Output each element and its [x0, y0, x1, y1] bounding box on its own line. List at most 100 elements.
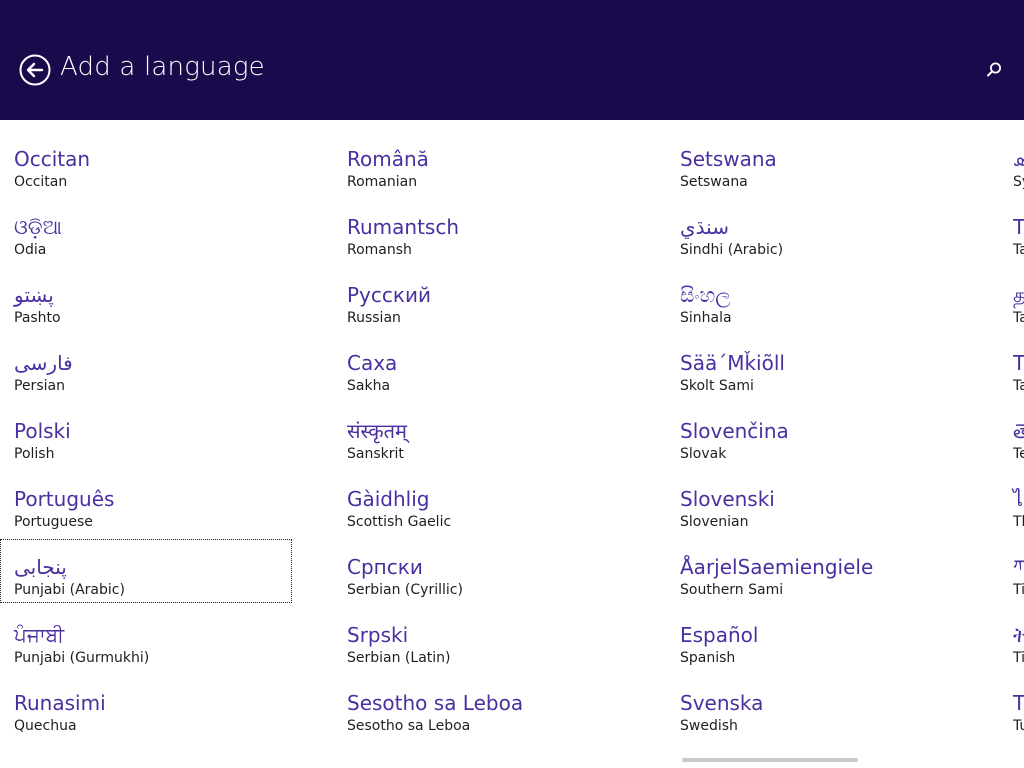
language-english-name: Quechua	[14, 718, 77, 734]
page-title: Add a language	[60, 52, 265, 82]
language-tile[interactable]: Русский Russian	[347, 280, 623, 342]
language-tile[interactable]: Sää´Mǩiõll Skolt Sami	[680, 348, 956, 410]
language-tile[interactable]: پښتو Pashto	[14, 280, 290, 342]
language-tile[interactable]: ܣ Sy	[1013, 144, 1024, 206]
language-native-name: فارسی	[14, 351, 73, 375]
language-native-name: Tü	[1013, 691, 1024, 715]
language-english-name: Southern Sami	[680, 582, 784, 598]
language-english-name: Ta	[1013, 310, 1024, 326]
language-english-name: Punjabi (Arabic)	[14, 582, 125, 598]
language-native-name: Slovenčina	[680, 419, 789, 443]
language-tile[interactable]: پنجابی Punjabi (Arabic)	[0, 539, 292, 603]
language-native-name: Sesotho sa Leboa	[347, 691, 524, 715]
language-english-name: Sakha	[347, 378, 391, 394]
language-english-name: Serbian (Latin)	[347, 650, 451, 666]
language-english-name: Sinhala	[680, 310, 732, 326]
language-tile[interactable]: ไ Th	[1013, 484, 1024, 546]
search-icon[interactable]	[985, 61, 1003, 79]
language-native-name: Та	[1013, 351, 1024, 375]
language-english-name: Portuguese	[14, 514, 93, 530]
language-tile[interactable]: Rumantsch Romansh	[347, 212, 623, 274]
language-tile[interactable]: سنڌي Sindhi (Arabic)	[680, 212, 956, 274]
language-native-name: ܣ	[1013, 147, 1024, 171]
language-tile[interactable]: Sesotho sa Leboa Sesotho sa Leboa	[347, 688, 623, 750]
language-tile[interactable]: Română Romanian	[347, 144, 623, 206]
language-english-name: Ti	[1013, 582, 1024, 598]
language-tile[interactable]: ਪੰਜਾਬੀ Punjabi (Gurmukhi)	[14, 620, 290, 682]
language-native-name: Setswana	[680, 147, 777, 171]
horizontal-scrollbar[interactable]	[682, 758, 858, 762]
language-tile[interactable]: Runasimi Quechua	[14, 688, 290, 750]
language-english-name: Scottish Gaelic	[347, 514, 452, 530]
language-english-name: Serbian (Cyrillic)	[347, 582, 463, 598]
language-english-name: Sanskrit	[347, 446, 404, 462]
language-tile[interactable]: Setswana Setswana	[680, 144, 956, 206]
language-english-name: Sesotho sa Leboa	[347, 718, 471, 734]
language-english-name: Sindhi (Arabic)	[680, 242, 784, 258]
language-native-name: Polski	[14, 419, 71, 443]
language-native-name: Русский	[347, 283, 431, 307]
header-bar: Add a language	[0, 0, 1024, 120]
language-english-name: Te	[1013, 446, 1024, 462]
language-english-name: Ta	[1013, 242, 1024, 258]
language-tile[interactable]: فارسی Persian	[14, 348, 290, 410]
language-native-name: Español	[680, 623, 759, 647]
language-tile[interactable]: ଓଡ଼ିଆ Odia	[14, 212, 290, 274]
language-tile[interactable]: Gàidhlig Scottish Gaelic	[347, 484, 623, 546]
language-tile[interactable]: ት Ti	[1013, 620, 1024, 682]
language-native-name: پښتو	[14, 283, 54, 307]
language-tile[interactable]: ÅarjelSaemiengiele Southern Sami	[680, 552, 956, 614]
language-english-name: Setswana	[680, 174, 748, 190]
language-english-name: Romansh	[347, 242, 412, 258]
language-tile[interactable]: Slovenčina Slovak	[680, 416, 956, 478]
language-tile[interactable]: Српски Serbian (Cyrillic)	[347, 552, 623, 614]
language-native-name: Runasimi	[14, 691, 106, 715]
language-english-name: Skolt Sami	[680, 378, 754, 394]
language-native-name: Тс	[1013, 215, 1024, 239]
language-native-name: Português	[14, 487, 115, 511]
language-tile[interactable]: Тс Ta	[1013, 212, 1024, 274]
language-native-name: Română	[347, 147, 429, 171]
language-native-name: سنڌي	[680, 215, 729, 239]
language-tile[interactable]: Tü Tu	[1013, 688, 1024, 750]
language-native-name: Sää´Mǩiõll	[680, 351, 785, 375]
language-tile[interactable]: Polski Polish	[14, 416, 290, 478]
language-tile[interactable]: ཀ Ti	[1013, 552, 1024, 614]
language-tile[interactable]: සිංහල Sinhala	[680, 280, 956, 342]
language-native-name: پنجابی	[14, 555, 67, 579]
language-english-name: Romanian	[347, 174, 418, 190]
language-english-name: Ta	[1013, 378, 1024, 394]
language-tile[interactable]: த Ta	[1013, 280, 1024, 342]
language-native-name: Occitan	[14, 147, 91, 171]
language-native-name: ไ	[1013, 487, 1024, 511]
language-native-name: த	[1013, 283, 1024, 307]
language-native-name: සිංහල	[680, 283, 731, 307]
language-tile[interactable]: Español Spanish	[680, 620, 956, 682]
language-native-name: ཀ	[1013, 555, 1024, 579]
language-native-name: संस्कृतम्	[347, 419, 408, 443]
language-tile[interactable]: संस्कृतम् Sanskrit	[347, 416, 623, 478]
language-english-name: Polish	[14, 446, 55, 462]
language-english-name: Slovenian	[680, 514, 749, 530]
language-english-name: Ti	[1013, 650, 1024, 666]
language-native-name: ଓଡ଼ିଆ	[14, 215, 62, 239]
language-english-name: Russian	[347, 310, 401, 326]
language-native-name: Rumantsch	[347, 215, 460, 239]
language-native-name: Саха	[347, 351, 398, 375]
language-english-name: Tu	[1013, 718, 1024, 734]
language-tile[interactable]: Svenska Swedish	[680, 688, 956, 750]
language-tile[interactable]: Slovenski Slovenian	[680, 484, 956, 546]
back-arrow-circle-icon[interactable]	[19, 54, 51, 86]
language-english-name: Th	[1013, 514, 1024, 530]
language-tile[interactable]: తె Te	[1013, 416, 1024, 478]
language-tile[interactable]: Occitan Occitan	[14, 144, 290, 206]
language-tile[interactable]: Та Ta	[1013, 348, 1024, 410]
language-tile[interactable]: Саха Sakha	[347, 348, 623, 410]
language-tile[interactable]: Português Portuguese	[14, 484, 290, 546]
language-native-name: తె	[1013, 419, 1024, 443]
language-tile[interactable]: Srpski Serbian (Latin)	[347, 620, 623, 682]
language-english-name: Slovak	[680, 446, 727, 462]
language-native-name: Srpski	[347, 623, 409, 647]
language-native-name: Gàidhlig	[347, 487, 430, 511]
language-english-name: Sy	[1013, 174, 1024, 190]
